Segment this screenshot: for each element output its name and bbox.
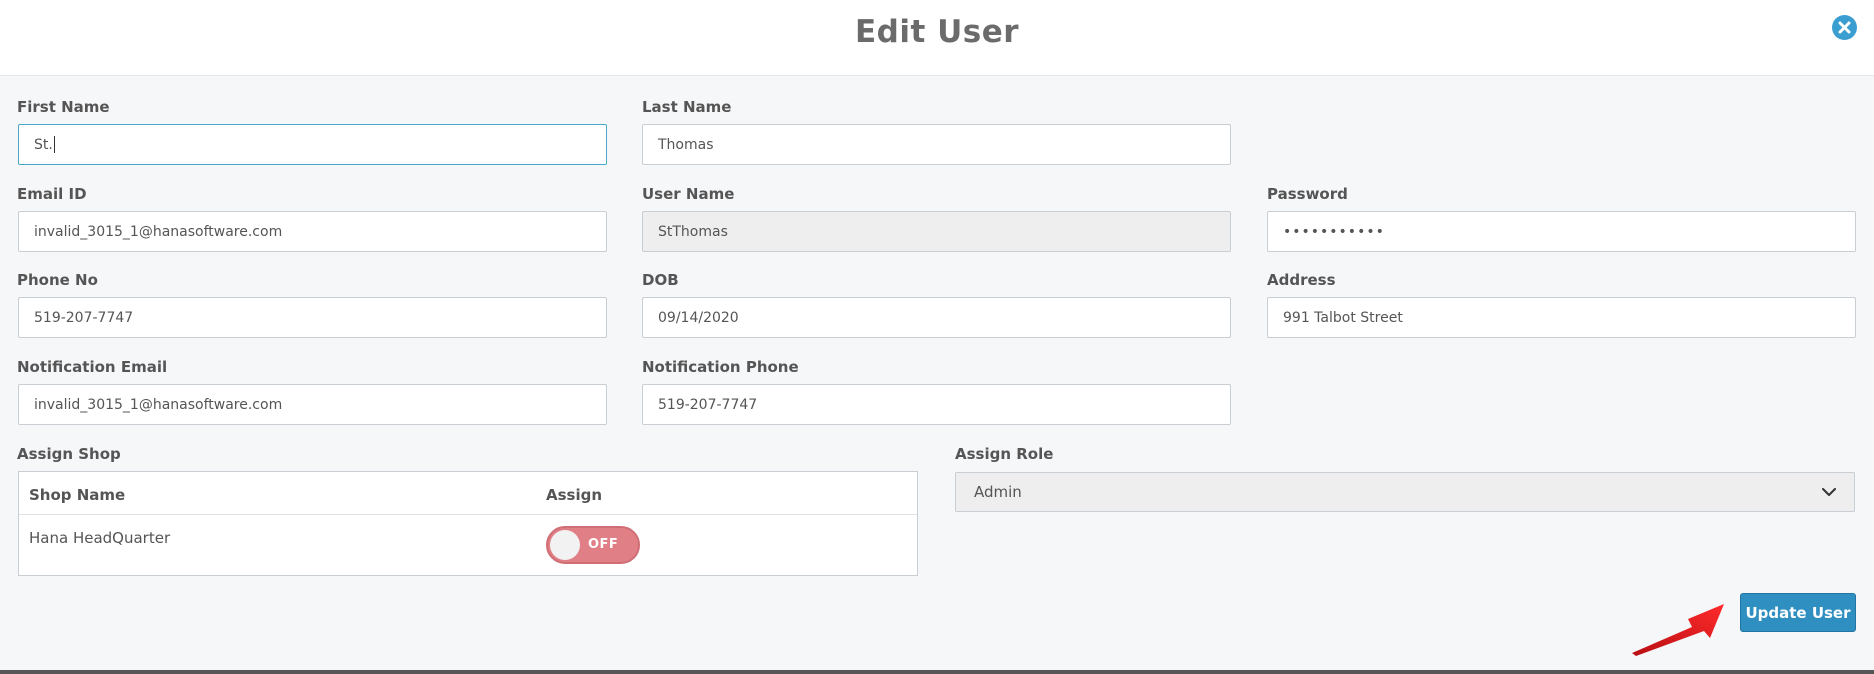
user-name-label: User Name [642,185,735,203]
notification-phone-input[interactable]: 519-207-7747 [642,384,1231,425]
last-name-input[interactable]: Thomas [642,124,1231,165]
first-name-value: St. [34,136,53,153]
notification-phone-label: Notification Phone [642,358,799,376]
email-value: invalid_3015_1@hanasoftware.com [34,223,283,240]
assign-shop-label: Assign Shop [17,445,121,463]
notification-phone-value: 519-207-7747 [658,396,758,413]
notification-email-input[interactable]: invalid_3015_1@hanasoftware.com [18,384,607,425]
dob-input[interactable]: 09/14/2020 [642,297,1231,338]
first-name-input[interactable]: St. [18,124,607,165]
address-value: 991 Talbot Street [1283,309,1403,326]
red-arrow-annotation [1632,604,1724,656]
assign-role-label: Assign Role [955,445,1054,463]
password-label: Password [1267,185,1348,203]
bottom-divider [0,670,1874,674]
notification-email-value: invalid_3015_1@hanasoftware.com [34,396,283,413]
email-input[interactable]: invalid_3015_1@hanasoftware.com [18,211,607,252]
shop-name-cell: Hana HeadQuarter [29,529,171,547]
table-header: Shop Name Assign [19,472,917,515]
phone-value: 519-207-7747 [34,309,134,326]
password-value: ••••••••••• [1283,223,1385,240]
phone-input[interactable]: 519-207-7747 [18,297,607,338]
last-name-value: Thomas [658,136,714,153]
assign-role-value: Admin [974,483,1022,501]
password-input[interactable]: ••••••••••• [1267,211,1856,252]
notification-email-label: Notification Email [17,358,168,376]
address-input[interactable]: 991 Talbot Street [1267,297,1856,338]
dob-label: DOB [642,271,679,289]
assign-role-select[interactable]: Admin [955,472,1855,512]
chevron-down-icon [1822,487,1836,496]
address-label: Address [1267,271,1336,289]
dob-value: 09/14/2020 [658,309,739,326]
phone-label: Phone No [17,271,98,289]
close-icon[interactable] [1832,15,1857,40]
user-name-input: StThomas [642,211,1231,252]
toggle-state-label: OFF [588,537,619,552]
toggle-knob [550,530,580,560]
user-name-value: StThomas [658,223,728,240]
dialog-header: Edit User [0,0,1874,76]
last-name-label: Last Name [642,98,732,116]
column-header-shop-name: Shop Name [29,486,126,504]
first-name-label: First Name [17,98,110,116]
assign-shop-toggle[interactable]: OFF [546,526,640,564]
update-user-button[interactable]: Update User [1740,593,1856,632]
email-label: Email ID [17,185,87,203]
dialog-body [0,76,1874,670]
assign-shop-table: Shop Name Assign Hana HeadQuarter OFF [18,471,918,576]
column-header-assign: Assign [546,486,603,504]
dialog-title: Edit User [854,14,1020,50]
text-caret [53,136,55,153]
